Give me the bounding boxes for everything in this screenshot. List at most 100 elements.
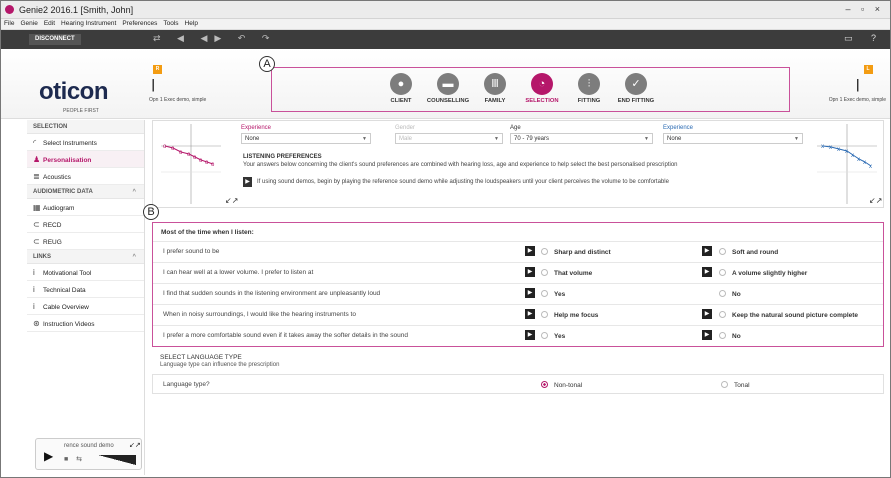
sound-demo-controls[interactable]: ■ ⇆ [64,455,85,463]
play-sample-button[interactable]: ▶ [525,309,535,319]
sidebar-item-label: Instruction Videos [43,321,95,328]
option-label: Non-tonal [554,382,583,389]
option-a[interactable]: Yes [541,290,565,298]
experience-right-dropdown[interactable]: None ▼ [663,133,803,144]
experience-left-dropdown[interactable]: None ▼ [241,133,371,144]
right-instrument[interactable]: L ꞁ Opn 1 Exec demo, simple [829,65,886,103]
step-label: END FITTING [617,98,655,104]
menu-item[interactable]: File [1,19,17,28]
preference-row: I can hear well at a lower volume. I pre… [153,262,883,282]
left-instrument[interactable]: R ꞁ Opn 1 Exec demo, simple [149,65,206,103]
radio-unselected[interactable] [541,248,548,255]
radio-unselected[interactable] [541,269,548,276]
play-sample-button[interactable]: ▶ [525,330,535,340]
window-controls[interactable]: – ▫ × [846,4,884,14]
radio-unselected[interactable] [719,269,726,276]
option-b[interactable]: No [719,332,741,340]
sidebar-icon: i [33,302,35,311]
radio-unselected[interactable] [719,290,726,297]
client-profile-card: oooooooo ↙↗ Experience Gender Age Experi… [152,120,884,208]
menu-item[interactable]: Hearing Instrument [58,19,119,28]
play-sample-button[interactable]: ▶ [525,246,535,256]
sidebar-item-audiogram[interactable]: ▦ Audiogram [27,199,144,216]
sidebar-item-technical-data[interactable]: i Technical Data [27,281,144,298]
sliders-icon: ⫶ [578,73,600,95]
age-dropdown[interactable]: 70 - 79 years ▼ [510,133,653,144]
sidebar-icon: i [33,285,35,294]
play-sample-button[interactable]: ▶ [525,288,535,298]
step-counselling[interactable]: ▬ COUNSELLING [426,73,470,104]
option-b[interactable]: No [719,290,741,298]
step-client[interactable]: ● CLIENT [379,73,423,104]
sidebar-item-cable-overview[interactable]: i Cable Overview [27,298,144,315]
sidebar-header-links[interactable]: LINKS ^ [27,250,144,264]
option-b[interactable]: Soft and round [719,248,778,256]
sidebar-item-label: Audiogram [43,205,75,212]
reference-play-button[interactable]: ▶ [243,177,252,187]
step-end-fitting[interactable]: ✓ END FITTING [614,73,658,104]
sidebar-item-select-instruments[interactable]: ◜ Select Instruments [27,134,144,151]
radio-unselected[interactable] [541,311,548,318]
menu-item[interactable]: Tools [160,19,181,28]
radio-unselected[interactable] [719,248,726,255]
left-instrument-label: Opn 1 Exec demo, simple [149,97,207,103]
preference-question: I prefer sound to be [163,248,220,255]
expand-icon[interactable]: ↙↗ [869,196,882,205]
sidebar: SELECTION ◜ Select Instruments ♟ Personalis… [27,120,145,475]
step-selection[interactable]: ◔ SELECTION [520,73,564,104]
sidebar-item-recd[interactable]: ⊂ RECD [27,216,144,233]
radio-unselected[interactable] [721,381,728,388]
radio-unselected[interactable] [719,332,726,339]
play-sample-button[interactable]: ▶ [525,267,535,277]
preference-question: I find that sudden sounds in the listeni… [163,290,381,297]
expand-icon[interactable]: ↙↗ [225,196,238,205]
radio-unselected[interactable] [541,332,548,339]
right-ear-audiogram[interactable]: oooooooo [161,124,221,204]
play-sample-button[interactable]: ▶ [702,330,712,340]
toolbar-right-icons[interactable]: ▭ ? [844,33,884,44]
language-question: Language type? [163,381,210,388]
language-option-tonal[interactable]: Tonal [721,381,750,389]
family-icon: Ⅲ [484,73,506,95]
language-title: SELECT LANGUAGE TYPE [160,354,242,361]
sidebar-item-label: REUG [43,239,62,246]
menu-item[interactable]: Preferences [119,19,160,28]
radio-unselected[interactable] [719,311,726,318]
option-label: Tonal [734,382,750,389]
menu-item[interactable]: Edit [41,19,58,28]
step-fitting[interactable]: ⫶ FITTING [567,73,611,104]
play-sample-button[interactable]: ▶ [702,309,712,319]
volume-slider[interactable] [98,455,136,465]
collapse-caret-icon[interactable]: ^ [132,250,136,264]
option-b[interactable]: Keep the natural sound picture complete [719,311,858,319]
option-a[interactable]: Yes [541,332,565,340]
menu-item[interactable]: Genie [17,19,40,28]
sound-demo-play-button[interactable]: ▶ [44,449,53,463]
option-a[interactable]: Help me focus [541,311,598,319]
sidebar-item-acoustics[interactable]: ≣ Acoustics [27,168,144,185]
collapse-caret-icon[interactable]: ^ [132,185,136,199]
option-b[interactable]: A volume slightly higher [719,269,807,277]
menu-item[interactable]: Help [182,19,201,28]
preferences-card: Most of the time when I listen: I prefer… [152,222,884,347]
sidebar-item-instruction-videos[interactable]: ⊛ Instruction Videos [27,315,144,332]
left-ear-audiogram[interactable]: xxxxxxxx [817,124,877,204]
audiogram-point: o [199,158,203,164]
oticon-logo: oticon [39,78,109,105]
expand-icon[interactable]: ↙↗ [129,441,141,449]
play-sample-button[interactable]: ▶ [702,267,712,277]
option-a[interactable]: That volume [541,269,592,277]
sidebar-item-personalisation[interactable]: ♟ Personalisation [27,151,144,168]
sidebar-item-reug[interactable]: ⊂ REUG [27,233,144,250]
radio-unselected[interactable] [541,290,548,297]
sidebar-header-audiometric[interactable]: AUDIOMETRIC DATA ^ [27,185,144,199]
radio-selected[interactable] [541,381,548,388]
toolbar-icons[interactable]: ⇄ ◀ ◀▶ ↶ ↷ [153,33,276,44]
step-family[interactable]: Ⅲ FAMILY [473,73,517,104]
disconnect-button[interactable]: DISCONNECT [29,34,81,45]
gender-dropdown[interactable]: Male ▼ [395,133,503,144]
language-option-nontonal[interactable]: Non-tonal [541,381,582,389]
option-a[interactable]: Sharp and distinct [541,248,611,256]
sidebar-item-motivational-tool[interactable]: i Motivational Tool [27,264,144,281]
play-sample-button[interactable]: ▶ [702,246,712,256]
